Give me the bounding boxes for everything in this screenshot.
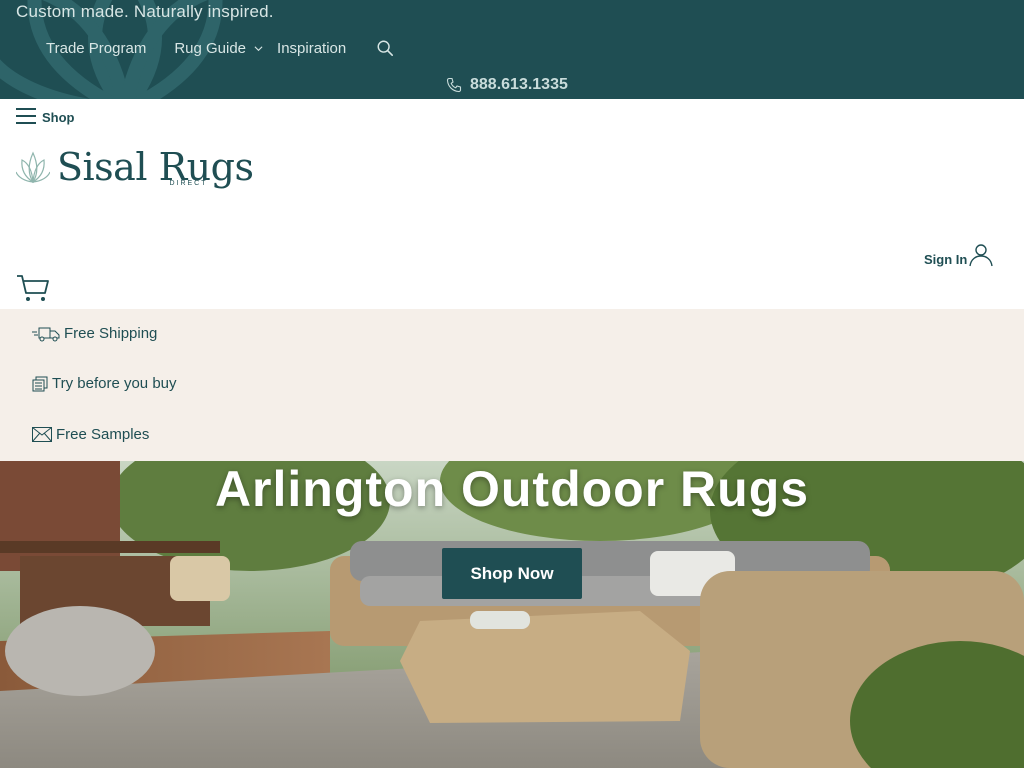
tagline: Custom made. Naturally inspired. bbox=[16, 2, 274, 21]
benefit-free-samples: Free Samples bbox=[32, 426, 149, 443]
user-icon bbox=[969, 244, 994, 267]
phone-icon bbox=[446, 77, 462, 93]
sign-in-link[interactable]: Sign In bbox=[924, 243, 994, 267]
nav-rug-guide[interactable]: Rug Guide bbox=[174, 40, 263, 57]
logo-name: Sisal Rugs bbox=[57, 145, 254, 189]
logo-wordmark: Sisal Rugs DIRECT bbox=[57, 147, 254, 187]
lotus-icon bbox=[16, 151, 50, 184]
benefit-label: Try before you buy bbox=[52, 375, 177, 392]
benefit-try-before-you-buy: Try before you buy bbox=[32, 375, 177, 392]
benefit-free-shipping: Free Shipping bbox=[32, 325, 157, 342]
hero-title: Arlington Outdoor Rugs bbox=[214, 461, 810, 517]
cart-icon[interactable] bbox=[16, 273, 50, 303]
nav-inspiration-label: Inspiration bbox=[277, 39, 347, 57]
benefit-label: Free Samples bbox=[56, 426, 150, 443]
phone-number: 888.613.1335 bbox=[470, 76, 568, 93]
search-icon[interactable] bbox=[376, 39, 394, 57]
top-nav: Trade Program Rug Guide Inspiration bbox=[46, 39, 394, 57]
benefit-label: Free Shipping bbox=[64, 325, 158, 342]
benefits-strip: Free Shipping Try before you buy Free Sa… bbox=[0, 309, 1024, 461]
site-logo[interactable]: Sisal Rugs DIRECT bbox=[16, 147, 254, 187]
shop-label: Shop bbox=[42, 110, 75, 125]
nav-trade-program[interactable]: Trade Program bbox=[46, 40, 146, 57]
phone-link[interactable]: 888.613.1335 bbox=[446, 76, 568, 94]
menu-icon bbox=[16, 108, 36, 124]
hero-banner: Arlington Outdoor Rugs Shop Now bbox=[0, 461, 1024, 768]
logo-subtitle: DIRECT bbox=[169, 180, 208, 187]
nav-inspiration[interactable]: Inspiration bbox=[277, 40, 346, 57]
shop-now-button[interactable]: Shop Now bbox=[442, 548, 582, 599]
chevron-down-icon bbox=[254, 45, 263, 51]
shop-menu-button[interactable]: Shop bbox=[16, 107, 75, 125]
truck-icon bbox=[32, 327, 60, 341]
top-bar: Custom made. Naturally inspired. Trade P… bbox=[0, 0, 1024, 99]
nav-rug-guide-label: Rug Guide bbox=[174, 39, 247, 57]
sign-in-label: Sign In bbox=[924, 252, 968, 267]
envelope-icon bbox=[32, 427, 52, 442]
swatch-icon bbox=[32, 376, 48, 391]
nav-trade-program-label: Trade Program bbox=[46, 39, 147, 57]
site-header: Shop Sisal Rugs DIRECT Sign In bbox=[0, 99, 1024, 309]
